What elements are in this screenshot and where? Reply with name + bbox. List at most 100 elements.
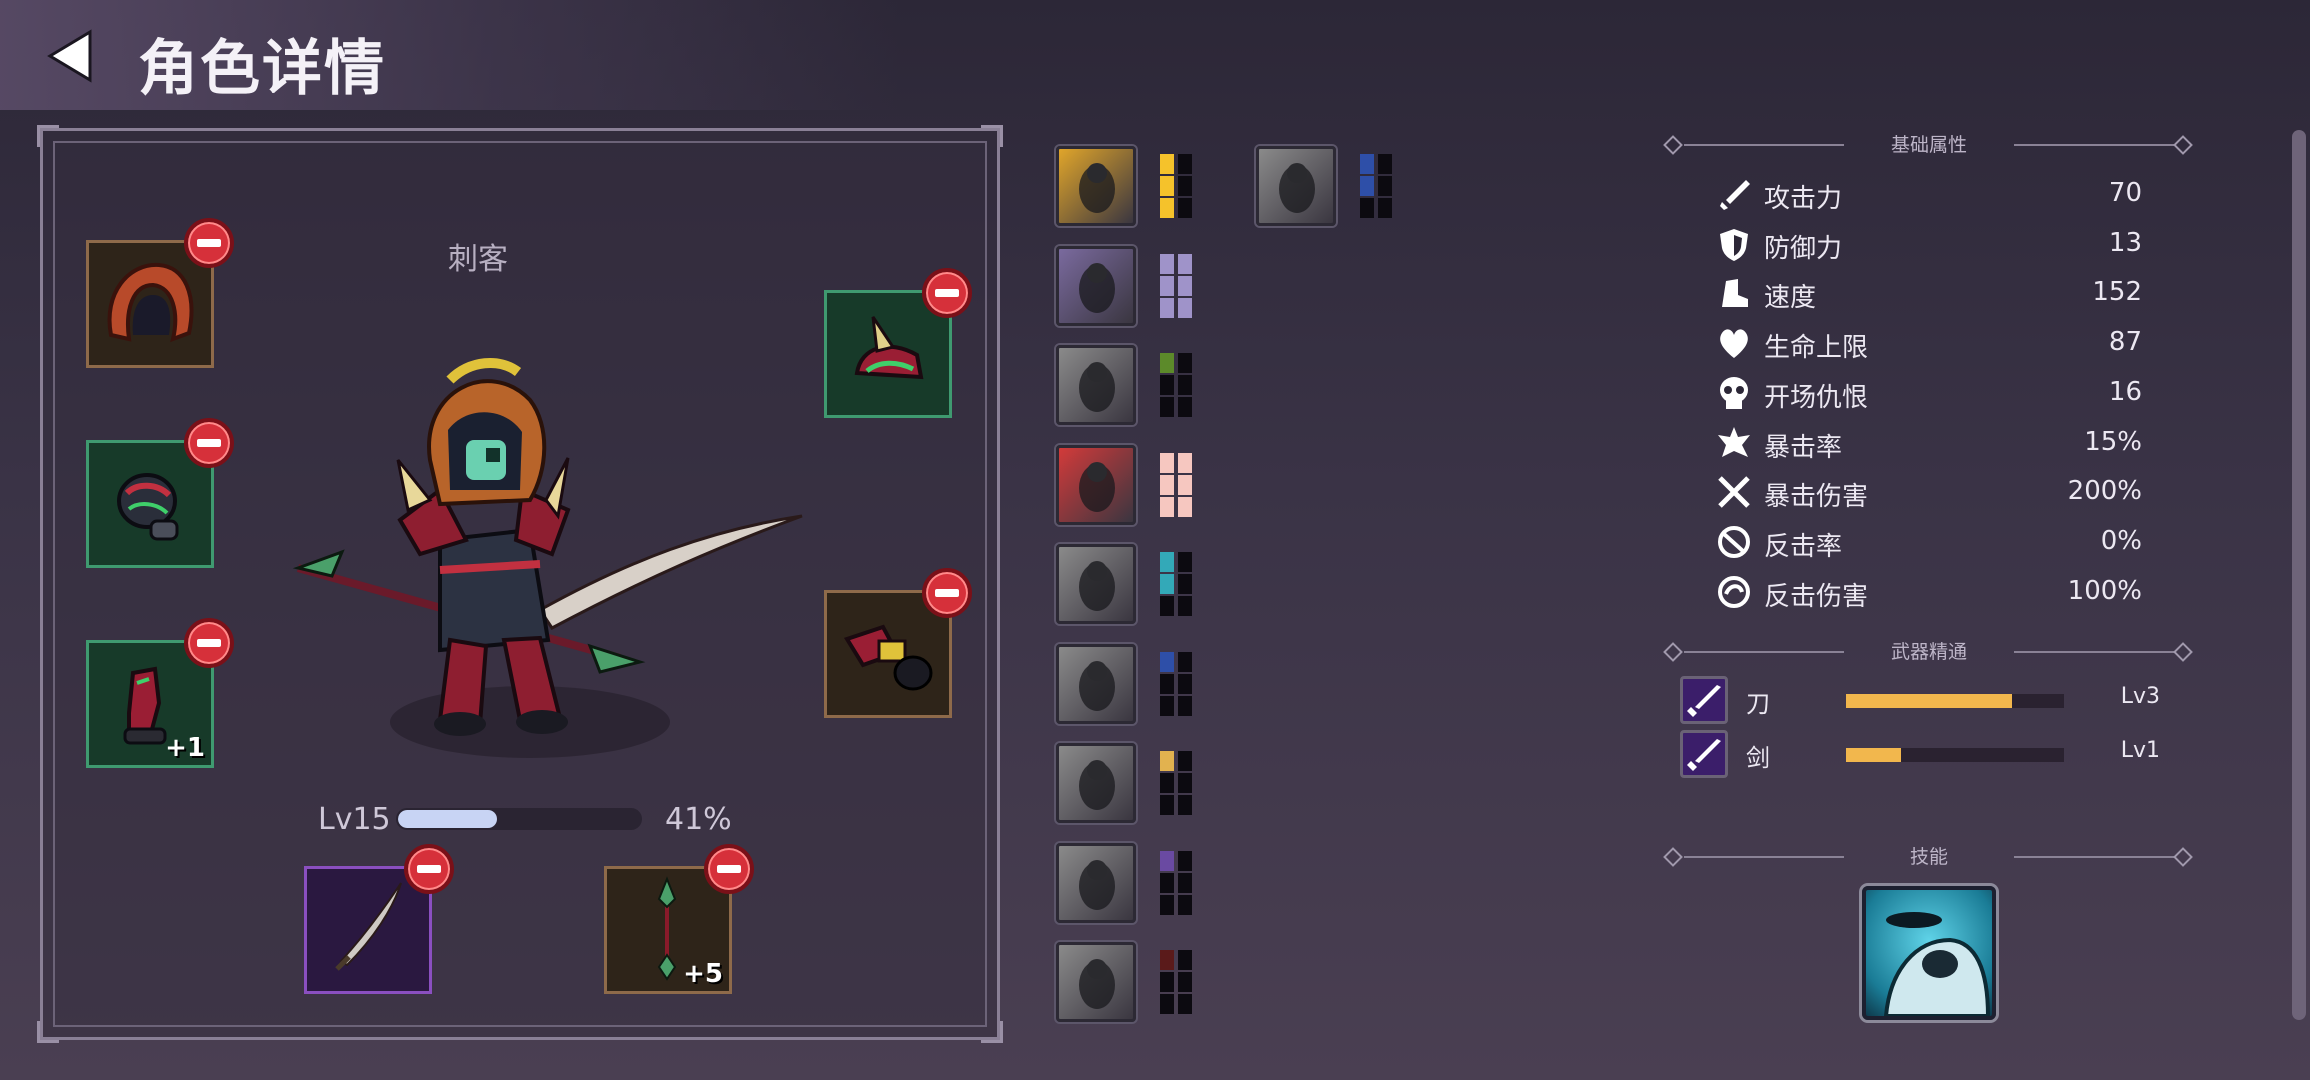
mastery-progress-bar <box>1846 748 2064 762</box>
mastery-row: 刀 Lv3 <box>1680 676 2160 726</box>
trait-pip <box>1178 972 1192 992</box>
trait-pip <box>1160 972 1174 992</box>
trait-pips-10 <box>1360 154 1394 220</box>
trait-icon-7[interactable] <box>1056 743 1136 823</box>
exp-progress-fill <box>398 810 498 828</box>
trait-pip <box>1160 795 1174 815</box>
trait-pip <box>1160 773 1174 793</box>
stat-value: 70 <box>2108 178 2142 208</box>
stat-value: 16 <box>2108 376 2142 407</box>
remove-boots-button[interactable] <box>184 618 234 668</box>
mastery-label: 刀 <box>1746 690 1770 718</box>
remove-spear-button[interactable] <box>704 844 754 894</box>
trait-pip <box>1160 375 1174 395</box>
trait-pip <box>1160 872 1174 893</box>
trait-pip <box>1178 950 1192 970</box>
trait-icon-4[interactable] <box>1056 444 1136 525</box>
stat-row: 攻击力 70 <box>1716 172 2142 216</box>
mastery-row: 剑 Lv1 <box>1680 730 2160 780</box>
trait-pip <box>1160 574 1174 594</box>
stat-value: 87 <box>2108 327 2142 358</box>
hero-character-illustration <box>290 340 810 760</box>
trait-icon-8[interactable] <box>1056 842 1136 923</box>
trait-pips-4 <box>1160 452 1194 519</box>
back-arrow-icon[interactable] <box>44 28 100 84</box>
trait-pip <box>1178 596 1192 616</box>
sword-icon <box>335 882 402 971</box>
trait-pip <box>1160 452 1174 473</box>
trait-icon-10[interactable] <box>1256 146 1336 226</box>
skill-assassin-icon <box>1883 912 1991 1016</box>
mastery-level: Lv3 <box>2120 684 2160 709</box>
trait-pip <box>1378 154 1392 174</box>
stat-label: 开场仇恨 <box>1764 382 1869 413</box>
shield-icon <box>1716 226 1752 262</box>
trait-pip <box>1178 375 1192 395</box>
stat-label: 防御力 <box>1764 233 1843 264</box>
trait-pip <box>1160 994 1174 1014</box>
trait-pips-6 <box>1160 651 1194 718</box>
exp-progress-bar <box>396 808 642 830</box>
remove-sword-button[interactable] <box>404 844 454 894</box>
trait-pip <box>1160 176 1174 196</box>
trait-pip <box>1178 695 1192 716</box>
weapon-mastery-header: 武器精通 <box>1663 637 2194 667</box>
trait-pip <box>1178 176 1192 196</box>
trait-pip <box>1178 275 1192 296</box>
stat-label: 暴击伤害 <box>1764 482 1869 513</box>
trait-pip <box>1178 452 1192 473</box>
trait-icon-2[interactable] <box>1056 245 1136 326</box>
stat-value: 200% <box>2067 476 2142 507</box>
blade-icon[interactable] <box>1680 730 1728 778</box>
remove-helmet-button[interactable] <box>184 218 234 268</box>
trait-pip <box>1178 850 1192 871</box>
base-stats-header: 基础属性 <box>1663 130 2194 160</box>
trait-pip <box>1160 596 1174 616</box>
trait-icon-1[interactable] <box>1056 146 1136 226</box>
sword-icon <box>1716 176 1752 212</box>
trait-pip <box>1178 994 1192 1014</box>
boot-icon <box>1716 275 1752 311</box>
level-label: Lv15 <box>318 802 391 837</box>
trait-icon-6[interactable] <box>1056 643 1136 724</box>
stat-value: 100% <box>2067 575 2142 606</box>
skills-header: 技能 <box>1663 842 2194 872</box>
trait-pips-1 <box>1160 154 1194 220</box>
burst-icon <box>1716 425 1752 461</box>
scrollbar[interactable] <box>2292 130 2306 1020</box>
mastery-progress-fill <box>1846 694 2012 708</box>
stat-label: 反击率 <box>1764 531 1843 562</box>
trait-pip <box>1160 651 1174 672</box>
stat-row: 反击伤害 100% <box>1716 570 2142 614</box>
trait-pip <box>1160 950 1174 970</box>
trait-pip <box>1178 574 1192 594</box>
stat-row: 反击率 0% <box>1716 520 2142 564</box>
trait-pips-7 <box>1160 751 1194 817</box>
counter-icon <box>1716 524 1752 560</box>
stat-value: 13 <box>2108 227 2142 258</box>
trait-pips-2 <box>1160 253 1194 320</box>
trait-pip <box>1160 397 1174 417</box>
trait-pip <box>1178 751 1192 771</box>
trait-pip <box>1160 894 1174 915</box>
trait-icon-5[interactable] <box>1056 544 1136 624</box>
stat-label: 攻击力 <box>1764 184 1843 214</box>
crossed-swords-icon <box>1716 474 1752 510</box>
spear-bonus: +5 <box>683 959 723 989</box>
remove-gloves-button[interactable] <box>922 568 972 618</box>
skill-slot-1[interactable] <box>1862 886 1996 1020</box>
mastery-progress-bar <box>1846 694 2064 708</box>
stat-row: 速度 152 <box>1716 271 2142 315</box>
trait-pip <box>1378 198 1392 218</box>
mastery-label: 剑 <box>1746 744 1770 772</box>
trait-pip <box>1360 154 1374 174</box>
blade-icon[interactable] <box>1680 676 1728 724</box>
trait-icon-9[interactable] <box>1056 942 1136 1022</box>
page-title: 角色详情 <box>138 34 386 104</box>
remove-armor-button[interactable] <box>184 418 234 468</box>
trait-pip <box>1160 198 1174 218</box>
trait-pip <box>1160 353 1174 373</box>
trait-icon-3[interactable] <box>1056 345 1136 425</box>
remove-shoulder-button[interactable] <box>922 268 972 318</box>
trait-pip <box>1178 872 1192 893</box>
